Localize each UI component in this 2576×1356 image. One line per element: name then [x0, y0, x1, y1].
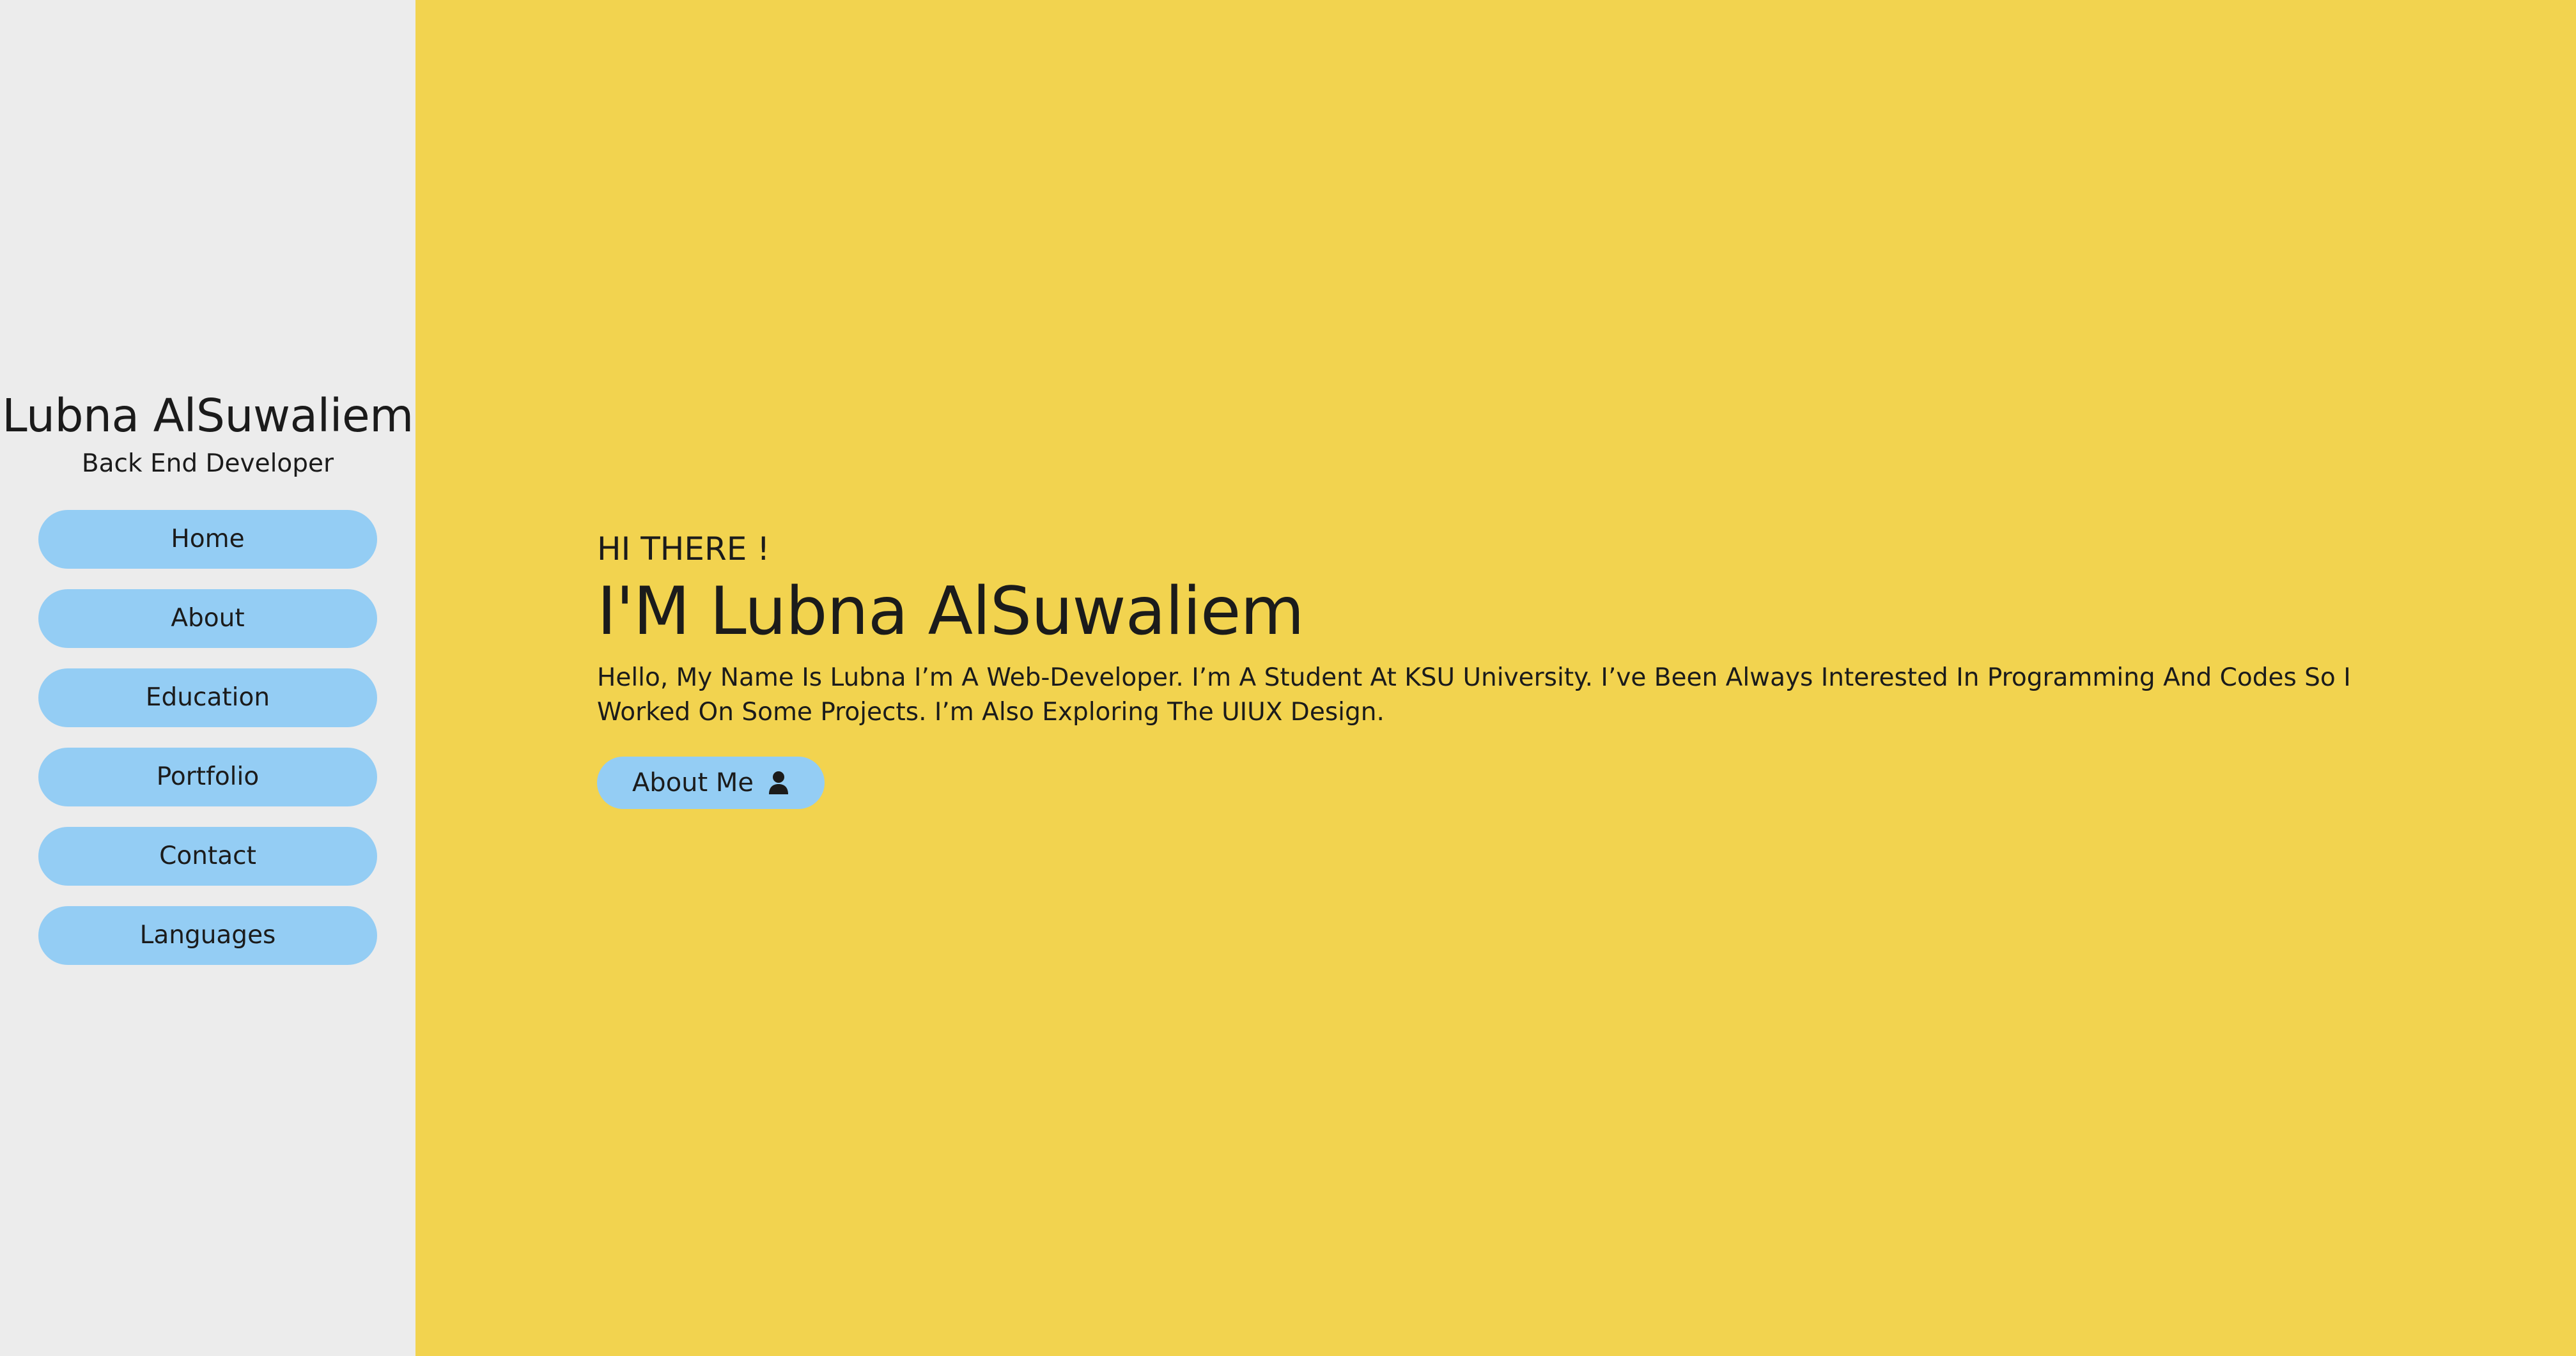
nav-education-button[interactable]: Education [38, 668, 377, 727]
hero-greeting: HI THERE ! [597, 530, 770, 567]
hero-title: I'M Lubna AlSuwaliem [597, 573, 1305, 650]
nav-about-button[interactable]: About [38, 589, 377, 648]
page: Lubna AlSuwaliem Back End Developer Home… [0, 0, 2576, 1356]
nav-contact-button[interactable]: Contact [38, 826, 377, 886]
sidebar: Lubna AlSuwaliem Back End Developer Home… [0, 0, 415, 1356]
nav-languages-button[interactable]: Languages [38, 905, 377, 965]
brand-name: Lubna AlSuwaliem [2, 389, 414, 443]
about-me-label: About Me [632, 768, 754, 798]
main-content: HI THERE ! I'M Lubna AlSuwaliem Hello, M… [415, 0, 2576, 1356]
hero-intro-text: Hello, My Name Is Lubna I’m A Web-Develo… [597, 663, 2351, 727]
sidebar-nav: Home About Education Portfolio Contact L… [38, 509, 377, 965]
brand-role: Back End Developer [81, 449, 334, 478]
nav-home-button[interactable]: Home [38, 509, 377, 569]
nav-portfolio-button[interactable]: Portfolio [38, 747, 377, 806]
user-icon [769, 771, 789, 795]
about-me-button[interactable]: About Me [597, 757, 825, 810]
hero-section: HI THERE ! I'M Lubna AlSuwaliem Hello, M… [597, 530, 2387, 810]
